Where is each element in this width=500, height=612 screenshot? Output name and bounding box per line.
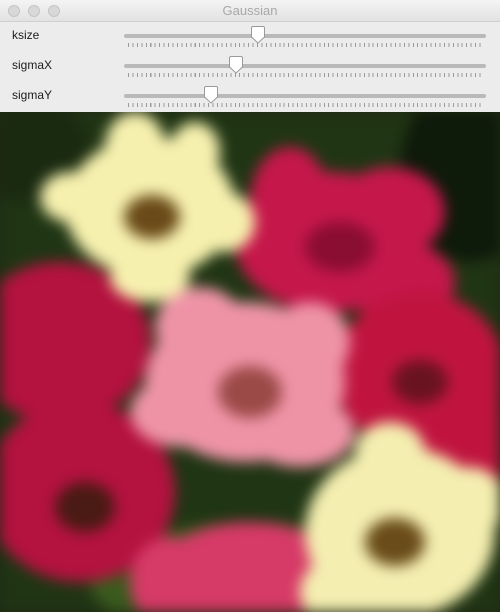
trackbar-label-sigmax: sigmaX xyxy=(12,58,53,72)
trackbar-thumb-sigmay[interactable] xyxy=(203,86,219,104)
blurred-image-display xyxy=(0,112,500,612)
trackbar-thumb-ksize[interactable] xyxy=(250,26,266,44)
trackbar-ticks-ksize xyxy=(128,43,484,47)
window-title: Gaussian xyxy=(222,3,278,18)
trackbar-sigmax: sigmaX xyxy=(0,52,500,82)
trackbar-ticks-sigmax xyxy=(128,73,484,77)
trackbar-label-sigmay: sigmaY xyxy=(12,88,53,102)
gaussian-window: Gaussian ksize sigmaX sigmaY xyxy=(0,0,500,612)
title-bar: Gaussian xyxy=(0,0,500,22)
trackbar-sigmay: sigmaY xyxy=(0,82,500,112)
trackbar-ksize: ksize xyxy=(0,22,500,52)
flowers-image xyxy=(0,112,500,612)
trackbar-thumb-sigmax[interactable] xyxy=(228,56,244,74)
trackbar-track-sigmay[interactable] xyxy=(124,94,486,98)
trackbar-label-ksize: ksize xyxy=(12,28,40,42)
trackbar-track-ksize[interactable] xyxy=(124,34,486,38)
trackbar-track-sigmax[interactable] xyxy=(124,64,486,68)
trackbar-panel: ksize sigmaX sigmaY xyxy=(0,22,500,112)
trackbar-ticks-sigmay xyxy=(128,103,484,107)
